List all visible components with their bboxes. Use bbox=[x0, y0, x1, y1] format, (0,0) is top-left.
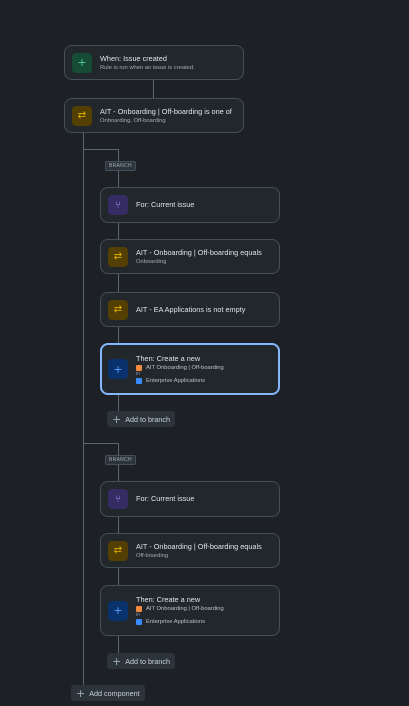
add-to-branch-label: Add to branch bbox=[125, 414, 170, 424]
create-issue-action-card[interactable]: + Then: Create a new AIT Onboarding | Of… bbox=[100, 585, 280, 636]
project-name: AIT Onboarding | Off-boarding bbox=[146, 364, 224, 371]
condition-title: AIT - EA Applications is not empty bbox=[136, 304, 246, 314]
add-component-label: Add component bbox=[89, 688, 140, 698]
add-to-branch-button[interactable]: + Add to branch bbox=[107, 411, 175, 427]
project-icon bbox=[136, 619, 142, 625]
connector-top bbox=[153, 80, 154, 98]
condition-subtitle: Off-boarding bbox=[136, 552, 169, 559]
branch-condition-card[interactable]: ⇄ AIT - EA Applications is not empty bbox=[100, 292, 280, 327]
connector-branch1-elbow bbox=[83, 149, 118, 150]
add-to-branch-button[interactable]: + Add to branch bbox=[107, 653, 175, 669]
branch-badge: BRANCH bbox=[105, 161, 136, 171]
branch-for-card[interactable]: ⑂ For: Current issue bbox=[100, 481, 280, 517]
for-title: For: Current issue bbox=[136, 200, 195, 209]
condition-title: AIT - Onboarding | Off-boarding is one o… bbox=[100, 106, 232, 116]
shuffle-icon: ⇄ bbox=[72, 105, 92, 126]
project-name: AIT Onboarding | Off-boarding bbox=[146, 606, 224, 612]
shuffle-icon: ⇄ bbox=[108, 540, 128, 561]
plus-icon: + bbox=[112, 654, 122, 668]
trigger-subtitle: Rule is run when an issue is created. bbox=[100, 64, 195, 71]
condition-title: AIT - Onboarding | Off-boarding equals bbox=[136, 247, 262, 257]
project-icon bbox=[136, 377, 142, 384]
plus-icon: + bbox=[72, 52, 92, 73]
add-component-button[interactable]: + Add component bbox=[71, 685, 145, 701]
shuffle-icon: ⇄ bbox=[108, 246, 128, 267]
project-name: Enterprise Applications bbox=[146, 619, 205, 625]
condition-title: AIT - Onboarding | Off-boarding equals bbox=[136, 541, 262, 551]
condition-subtitle: Onboarding bbox=[136, 258, 167, 265]
plus-icon: + bbox=[76, 686, 86, 700]
trigger-card[interactable]: + When: Issue created Rule is run when a… bbox=[64, 45, 244, 80]
plus-icon: + bbox=[108, 600, 128, 621]
branch-icon: ⑂ bbox=[108, 489, 128, 509]
shuffle-icon: ⇄ bbox=[108, 299, 128, 320]
branch-for-card[interactable]: ⑂ For: Current issue bbox=[100, 187, 280, 223]
branch-icon: ⑂ bbox=[108, 195, 128, 215]
trigger-title: When: Issue created bbox=[100, 53, 167, 63]
for-title: For: Current issue bbox=[136, 494, 195, 503]
plus-icon: + bbox=[112, 412, 122, 426]
create-issue-action-card[interactable]: + Then: Create a new AIT Onboarding | Of… bbox=[100, 343, 280, 395]
connector-main bbox=[83, 132, 84, 694]
add-to-branch-label: Add to branch bbox=[125, 656, 170, 666]
project-name: Enterprise Applications bbox=[146, 377, 205, 384]
branch-badge: BRANCH bbox=[105, 455, 136, 465]
plus-icon: + bbox=[108, 359, 128, 379]
action-title: Then: Create a new bbox=[136, 595, 201, 604]
connector-branch2-elbow bbox=[83, 443, 118, 444]
project-icon bbox=[136, 364, 142, 371]
branch-condition-card[interactable]: ⇄ AIT - Onboarding | Off-boarding equals… bbox=[100, 239, 280, 274]
branch-condition-card[interactable]: ⇄ AIT - Onboarding | Off-boarding equals… bbox=[100, 533, 280, 568]
condition-card[interactable]: ⇄ AIT - Onboarding | Off-boarding is one… bbox=[64, 98, 244, 133]
condition-subtitle: Onboarding, Off-boarding bbox=[100, 117, 166, 124]
action-title: Then: Create a new bbox=[136, 353, 201, 363]
